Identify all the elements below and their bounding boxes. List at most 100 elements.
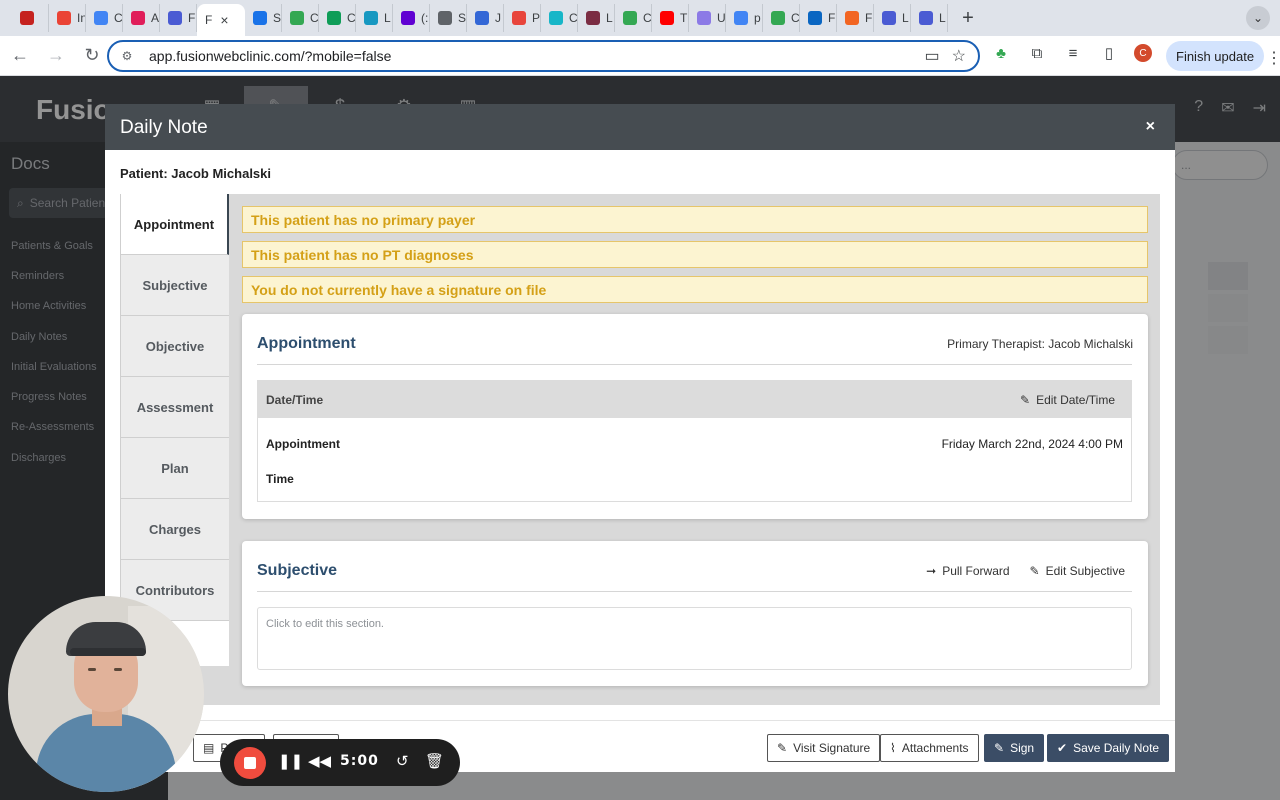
appointment-title: Appointment — [257, 335, 356, 352]
browser-tab[interactable]: S — [430, 4, 467, 32]
save-daily-note-button[interactable]: ✔ Save Daily Note — [1047, 734, 1170, 762]
browser-tab[interactable] — [12, 4, 49, 32]
pull-forward-button[interactable]: ➞ Pull Forward — [926, 564, 1009, 578]
tab-close-icon[interactable]: × — [220, 12, 228, 28]
browser-tab[interactable]: In — [49, 4, 86, 32]
browser-tab[interactable]: C — [319, 4, 356, 32]
check-icon: ✔ — [1057, 741, 1068, 755]
browser-tab[interactable]: U — [689, 4, 726, 32]
profile-avatar[interactable]: C — [1134, 44, 1152, 62]
site-settings-icon[interactable]: ⚙ — [119, 48, 135, 64]
sign-button[interactable]: ✎ Sign — [984, 734, 1045, 762]
browser-tab[interactable]: C — [86, 4, 123, 32]
extension-icon-green[interactable]: ♣ — [990, 42, 1012, 64]
alert-no-pt-diagnoses: This patient has no PT diagnoses — [242, 241, 1148, 268]
new-tab-icon[interactable]: + — [956, 7, 980, 30]
extensions-puzzle-icon[interactable]: ⧉ — [1026, 42, 1048, 64]
webcam-bubble[interactable] — [8, 596, 204, 792]
stop-icon — [244, 757, 256, 769]
forward-icon[interactable]: → — [40, 40, 72, 72]
browser-tab[interactable]: p — [726, 4, 763, 32]
edit-subjective-button[interactable]: ✎ Edit Subjective — [1030, 564, 1125, 578]
primary-therapist: Primary Therapist: Jacob Michalski — [947, 337, 1133, 351]
camera-icon[interactable]: ▭ — [925, 46, 940, 66]
browser-tab[interactable]: T — [652, 4, 689, 32]
browser-tab[interactable]: C — [541, 4, 578, 32]
tab-appointment[interactable]: Appointment — [120, 194, 229, 255]
browser-tab[interactable]: F — [160, 4, 197, 32]
tab-favicon-icon — [364, 11, 378, 25]
browser-menu-icon[interactable]: ⋮ — [1266, 48, 1280, 68]
tab-favicon-icon — [327, 11, 341, 25]
tab-favicon-icon — [438, 11, 452, 25]
browser-tab[interactable]: F — [800, 4, 837, 32]
back-icon[interactable]: ← — [4, 40, 36, 72]
webcam-person-cap-brim — [70, 648, 146, 656]
tab-label: C — [643, 11, 652, 25]
browser-toolbar: ← → ↻ ⚙ app.fusionwebclinic.com/?mobile=… — [0, 36, 1280, 76]
browser-tab[interactable]: (: — [393, 4, 430, 32]
browser-tab[interactable]: L — [911, 4, 948, 32]
tab-favicon-icon — [401, 11, 415, 25]
webcam-eye — [88, 668, 96, 671]
tab-search-icon[interactable]: ⌄ — [1246, 6, 1270, 30]
browser-tab[interactable]: L — [578, 4, 615, 32]
tab-favicon-icon — [20, 11, 34, 25]
patient-line: Patient: Jacob Michalski — [120, 166, 271, 181]
recorder-controls: ❚❚ ◀◀ 5:00 ↺ 🗑 — [220, 739, 460, 786]
browser-tab[interactable]: J — [467, 4, 504, 32]
tab-label: L — [902, 11, 909, 25]
attachments-button[interactable]: ⌇ Attachments — [880, 734, 979, 762]
tab-label: In — [77, 11, 85, 25]
browser-tab[interactable]: C — [282, 4, 319, 32]
tab-plan[interactable]: Plan — [120, 438, 229, 499]
browser-tab[interactable]: L — [874, 4, 911, 32]
tab-subjective[interactable]: Subjective — [120, 255, 229, 316]
browser-tab[interactable]: P — [504, 4, 541, 32]
pause-icon[interactable]: ❚❚ — [278, 752, 303, 770]
tab-charges[interactable]: Charges — [120, 499, 229, 560]
close-icon[interactable]: × — [1146, 118, 1155, 136]
browser-tab[interactable]: F — [837, 4, 874, 32]
browser-tab[interactable]: S — [245, 4, 282, 32]
paperclip-icon: ⌇ — [890, 741, 896, 755]
rewind-icon[interactable]: ◀◀ — [308, 752, 331, 770]
bookmark-star-icon[interactable]: ☆ — [952, 46, 966, 66]
browser-tab[interactable]: C — [615, 4, 652, 32]
tab-favicon-icon — [94, 11, 108, 25]
patient-name: Jacob Michalski — [171, 166, 272, 181]
address-bar[interactable]: ⚙ app.fusionwebclinic.com/?mobile=false … — [107, 40, 980, 72]
tab-objective[interactable]: Objective — [120, 316, 229, 377]
side-panel-icon[interactable]: ▯ — [1098, 42, 1120, 64]
alert-no-primary-payer: This patient has no primary payer — [242, 206, 1148, 233]
browser-tab[interactable]: A — [123, 4, 160, 32]
trash-icon[interactable]: 🗑 — [425, 752, 444, 770]
browser-tab[interactable]: C — [763, 4, 800, 32]
pencil-icon: ✎ — [994, 741, 1005, 755]
subjective-title: Subjective — [257, 562, 338, 579]
tab-favicon-icon — [845, 11, 859, 25]
appointment-row-value: Friday March 22nd, 2024 4:00 PM — [941, 437, 1123, 451]
browser-tab[interactable]: L — [356, 4, 393, 32]
edit-icon: ✎ — [1020, 392, 1031, 407]
visit-signature-button[interactable]: ✎ Visit Signature — [767, 734, 881, 762]
tab-assessment[interactable]: Assessment — [120, 377, 229, 438]
tab-label: (: — [421, 11, 429, 25]
tab-label: F — [865, 11, 873, 25]
browser-tab-active[interactable]: F × — [197, 4, 245, 36]
tab-favicon-icon — [512, 11, 526, 25]
tab-label: P — [532, 11, 541, 25]
edit-date-time-button[interactable]: ✎ Edit Date/Time — [1020, 393, 1115, 407]
reload-icon[interactable]: ↻ — [76, 40, 108, 72]
address-url[interactable]: app.fusionwebclinic.com/?mobile=false — [149, 48, 391, 64]
edit-icon: ✎ — [1029, 564, 1040, 578]
finish-update-button[interactable]: Finish update — [1166, 41, 1265, 71]
tab-label: T — [680, 11, 688, 25]
subjective-card: Subjective ➞ Pull Forward ✎ Edit Subject… — [242, 541, 1148, 686]
tab-label: F — [205, 13, 213, 27]
stop-recording-button[interactable] — [234, 747, 266, 779]
restart-icon[interactable]: ↺ — [396, 752, 409, 770]
subjective-edit-area[interactable]: Click to edit this section. — [257, 607, 1132, 670]
tab-favicon-icon — [549, 11, 563, 25]
media-controls-icon[interactable]: ≡ — [1062, 42, 1084, 64]
